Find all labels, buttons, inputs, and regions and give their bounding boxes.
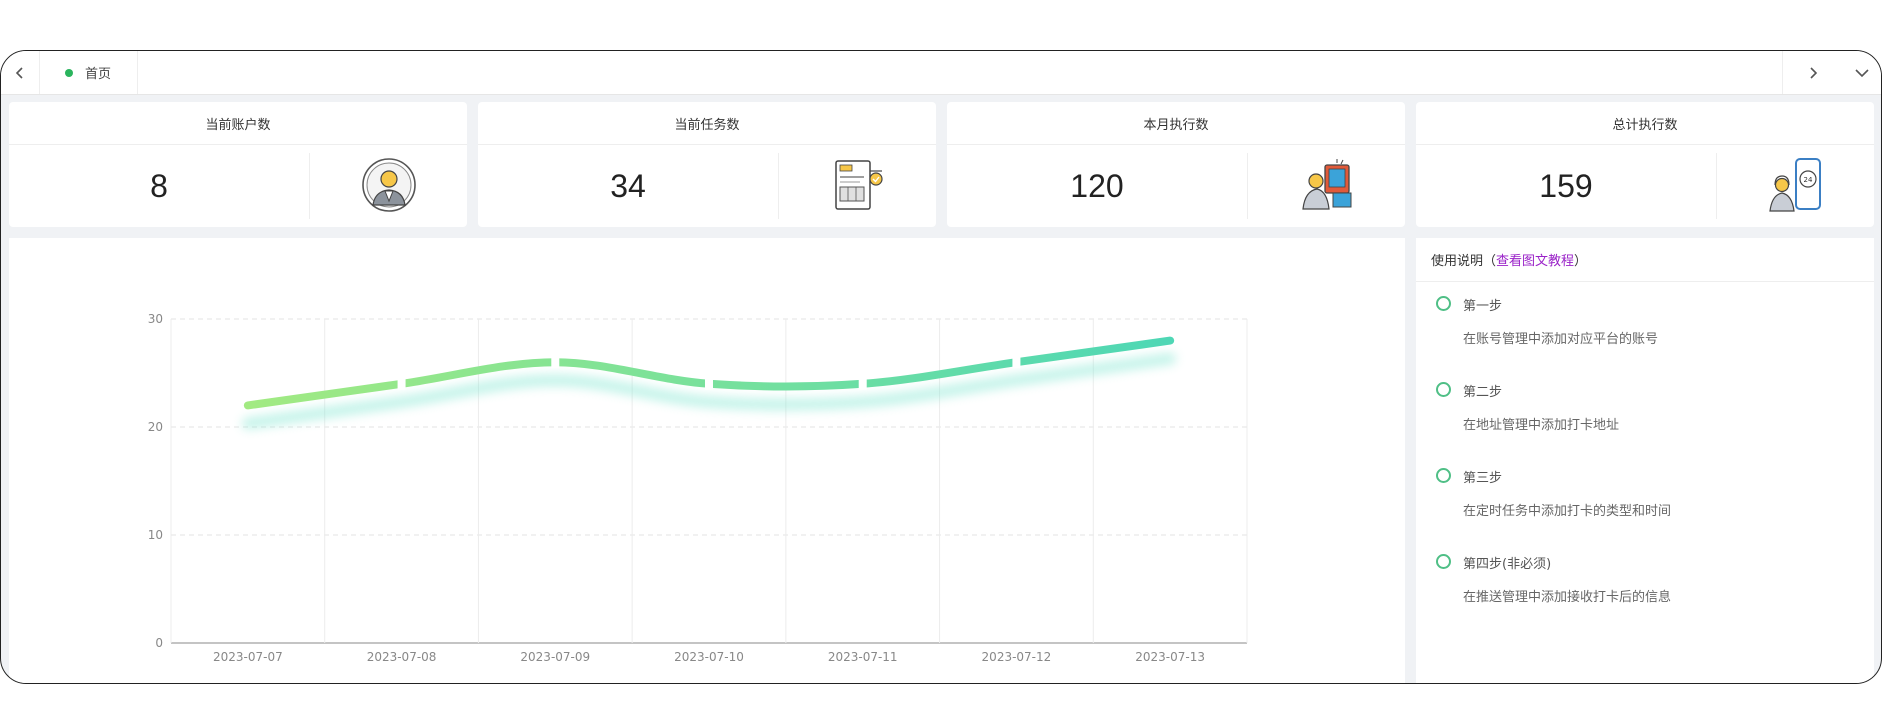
help-title: 使用说明（ 查看图文教程）	[1416, 238, 1874, 282]
divider	[778, 153, 779, 219]
x-tick-label: 2023-07-09	[520, 650, 590, 664]
stat-card-total-runs: 总计执行数 159 24	[1416, 102, 1874, 227]
step-circle-icon	[1436, 554, 1451, 569]
data-point	[551, 356, 560, 369]
svg-text:24: 24	[1804, 176, 1813, 184]
y-tick-label: 20	[148, 420, 163, 434]
stat-label: 总计执行数	[1416, 102, 1874, 145]
invoice-document-icon	[835, 160, 883, 210]
stat-value: 120	[1070, 167, 1124, 204]
person-at-screen-icon	[1302, 159, 1352, 210]
tab-scroll-left-button[interactable]	[1, 51, 40, 94]
data-point	[858, 377, 867, 390]
stat-card-tasks: 当前任务数 34	[478, 102, 936, 227]
x-tick-label: 2023-07-10	[674, 650, 744, 664]
step-circle-icon	[1436, 296, 1451, 311]
series-line-shadow	[241, 352, 1177, 430]
x-tick-label: 2023-07-12	[982, 650, 1052, 664]
stat-value: 34	[610, 167, 646, 204]
stat-value: 159	[1539, 167, 1593, 204]
x-tick-label: 2023-07-11	[828, 650, 898, 664]
step-title: 第三步	[1463, 471, 1503, 486]
help-title-text: 使用说明（	[1431, 254, 1497, 269]
stat-card-accounts: 当前账户数 8	[9, 102, 467, 227]
active-dot-icon	[65, 68, 73, 77]
divider	[1247, 153, 1248, 219]
divider	[1716, 153, 1717, 219]
x-tick-label: 2023-07-13	[1135, 650, 1205, 664]
tab-bar: 首页	[1, 51, 1881, 95]
data-point	[397, 377, 406, 390]
step-title: 第一步	[1463, 299, 1503, 314]
chart-panel: 0 10 20 30 2023-07-07 2023-07-08 2023-07-09 202…	[9, 238, 1405, 683]
tab-home[interactable]: 首页	[41, 51, 138, 94]
tutorial-link[interactable]: 查看图文教程	[1496, 250, 1574, 269]
y-tick-label: 10	[148, 528, 163, 542]
y-tick-label: 0	[155, 636, 163, 650]
chevron-right-icon	[1810, 66, 1818, 79]
line-chart: 0 10 20 30 2023-07-07 2023-07-08 2023-07-09 202…	[148, 312, 1248, 664]
step-circle-icon	[1436, 382, 1451, 397]
stat-card-monthly-runs: 本月执行数 120	[947, 102, 1405, 227]
stat-value: 8	[150, 167, 168, 204]
tab-scroll-right-button[interactable]	[1782, 51, 1843, 94]
support-phone-24h-icon: 24	[1769, 158, 1821, 212]
stat-label: 本月执行数	[947, 102, 1405, 145]
help-panel: 使用说明（ 查看图文教程） 第一步 在账号管理中添加对应平台的账号 第二步 在地址…	[1416, 238, 1874, 683]
stat-label: 当前账户数	[9, 102, 467, 145]
data-point	[1012, 356, 1021, 369]
step-desc: 在推送管理中添加接收打卡后的信息	[1463, 590, 1672, 605]
step-desc: 在定时任务中添加打卡的类型和时间	[1463, 504, 1672, 519]
chevron-left-icon	[15, 66, 23, 79]
step-circle-icon	[1436, 468, 1451, 483]
stat-label: 当前任务数	[478, 102, 936, 145]
step-title: 第二步	[1463, 385, 1503, 400]
x-tick-label: 2023-07-07	[213, 650, 283, 664]
step-desc: 在地址管理中添加打卡地址	[1463, 418, 1620, 433]
divider	[309, 153, 310, 219]
user-avatar-icon	[362, 158, 416, 212]
step-title: 第四步(非必须)	[1463, 557, 1552, 572]
x-tick-label: 2023-07-08	[367, 650, 437, 664]
step-desc: 在账号管理中添加对应平台的账号	[1463, 332, 1659, 347]
data-point	[705, 377, 713, 390]
help-title-end: ）	[1574, 254, 1588, 269]
chevron-down-icon	[1855, 68, 1869, 77]
tab-home-label: 首页	[85, 67, 112, 82]
tab-more-button[interactable]	[1843, 51, 1881, 94]
y-tick-label: 30	[148, 312, 163, 326]
app-frame: 首页 当前账户数 8 当前任务数 34 本月执行数 120 总计执行数 159 …	[0, 50, 1882, 684]
